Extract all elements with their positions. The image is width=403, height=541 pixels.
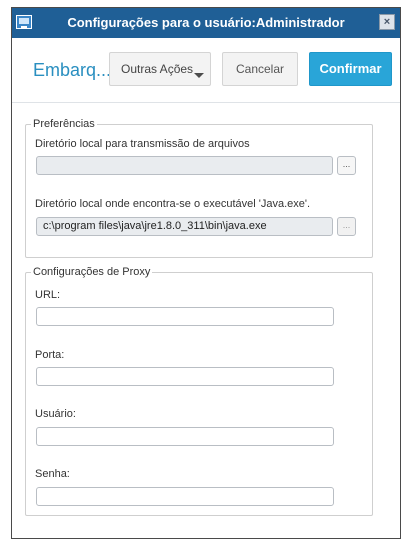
user-field[interactable]	[36, 427, 334, 446]
preferences-legend: Preferências	[33, 118, 95, 130]
proxy-group: Configurações de Proxy	[25, 266, 373, 516]
password-label: Senha:	[35, 468, 70, 480]
proxy-legend: Configurações de Proxy	[33, 266, 151, 278]
page-title: Embarq...	[33, 60, 112, 80]
cancel-button[interactable]: Cancelar	[222, 52, 298, 86]
monitor-icon	[16, 15, 32, 29]
url-label: URL:	[35, 289, 61, 301]
caret-down-icon	[194, 73, 204, 78]
close-button[interactable]: ×	[379, 14, 395, 30]
password-field[interactable]	[36, 487, 334, 506]
transfer-dir-browse-button[interactable]: ...	[337, 156, 356, 175]
more-actions-button[interactable]: Outras Ações	[109, 52, 211, 86]
action-header: Embarq... Outras Ações Cancelar Confirma…	[12, 38, 400, 103]
java-dir-field[interactable]: c:\program files\java\jre1.8.0_311\bin\j…	[36, 217, 333, 236]
java-dir-browse-button[interactable]: ...	[337, 217, 356, 236]
java-dir-label: Diretório local onde encontra-se o execu…	[35, 198, 311, 210]
confirm-button[interactable]: Confirmar	[309, 52, 392, 86]
port-label: Porta:	[35, 349, 65, 361]
window-title: Configurações para o usuário:Administrad…	[67, 15, 345, 30]
title-bar[interactable]: Configurações para o usuário:Administrad…	[12, 8, 400, 38]
port-field[interactable]	[36, 367, 334, 386]
user-label: Usuário:	[35, 408, 76, 420]
url-field[interactable]	[36, 307, 334, 326]
more-actions-label: Outras Ações	[121, 62, 194, 76]
transfer-dir-label: Diretório local para transmissão de arqu…	[35, 138, 250, 150]
settings-dialog: Configurações para o usuário:Administrad…	[11, 7, 401, 539]
transfer-dir-field[interactable]	[36, 156, 333, 175]
